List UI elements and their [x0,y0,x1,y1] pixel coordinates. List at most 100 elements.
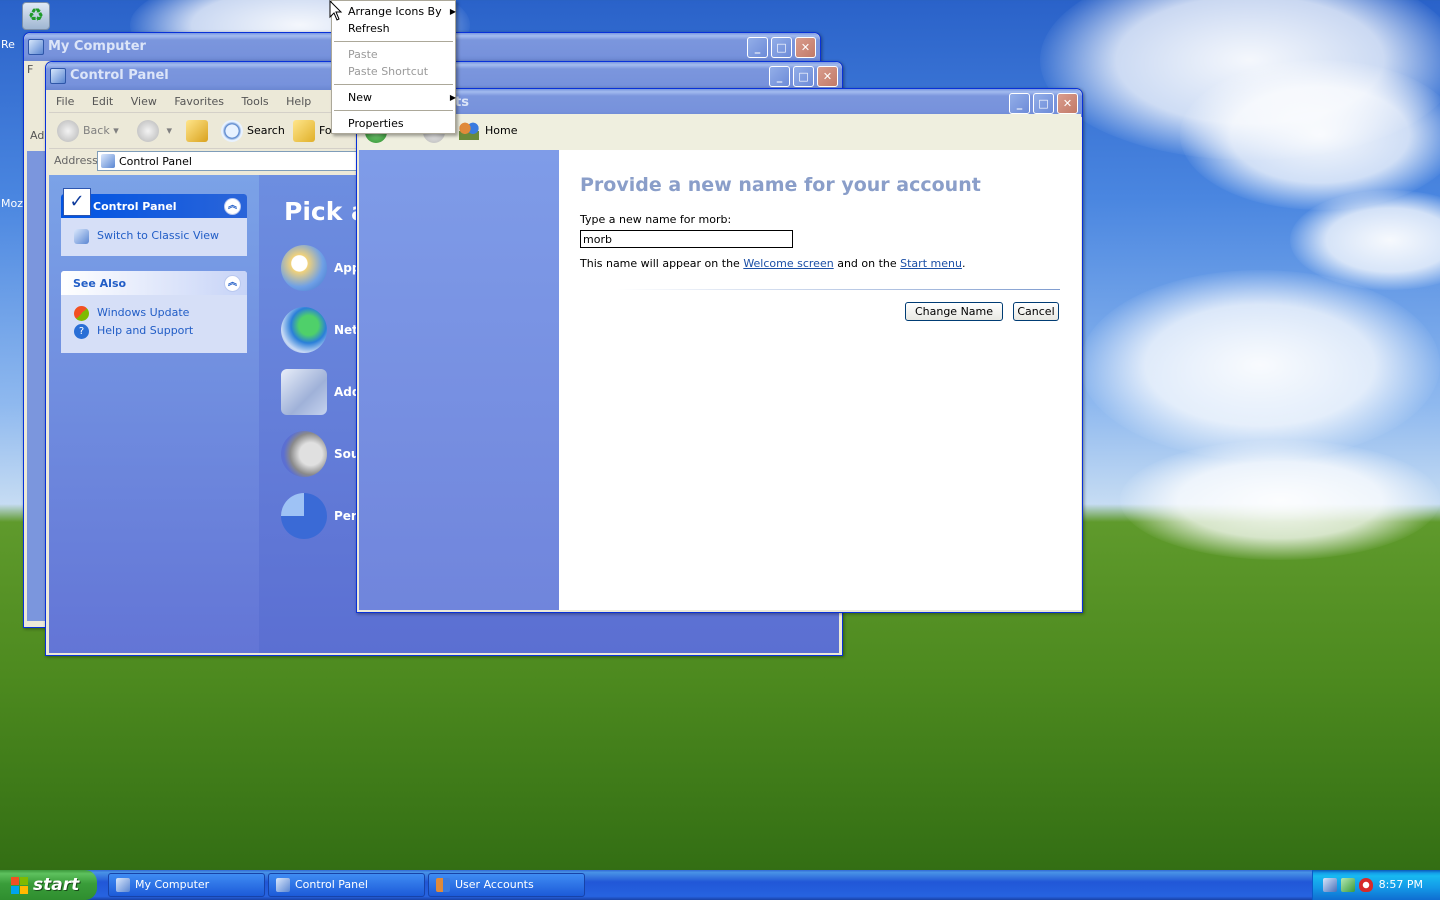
switch-classic-view-link[interactable]: Switch to Classic View [61,226,247,244]
sounds-icon[interactable] [281,431,327,477]
menu-separator [334,110,453,111]
maximize-button[interactable]: □ [771,37,792,58]
menu-separator [334,41,453,42]
control-panel-tasks: Control Panel ︽ ✓ Switch to Classic View [61,188,247,256]
menu-file[interactable]: File [49,91,81,112]
taskbar-item-control-panel[interactable]: Control Panel [268,873,425,897]
panel-header[interactable]: See Also ︽ [61,271,247,295]
menu-help[interactable]: Help [279,91,318,112]
up-folder-icon [186,120,208,142]
windows-update-icon [74,306,89,321]
maximize-button[interactable]: □ [793,66,814,87]
page-title: Provide a new name for your account [580,174,981,196]
help-support-link[interactable]: ? Help and Support [61,321,247,339]
classic-view-icon [74,229,89,244]
task-label: Control Panel [295,878,368,891]
appearance-themes-icon[interactable] [281,245,327,291]
context-item-paste-shortcut: Paste Shortcut [348,65,429,78]
start-menu-link[interactable]: Start menu [900,257,962,270]
computer-icon [28,39,44,55]
menu-fragment: F [27,63,34,76]
cancel-button[interactable]: Cancel [1013,302,1059,321]
address-label: Address [54,154,98,167]
help-support-label: Help and Support [97,324,194,337]
note-suffix: . [961,257,966,270]
context-item-properties[interactable]: Properties [348,117,404,130]
search-icon [221,120,243,142]
control-panel-icon [276,878,290,892]
safely-remove-tray-icon[interactable] [1341,878,1355,892]
menu-separator [334,84,453,85]
window-title: My Computer [48,39,146,54]
menu-view[interactable]: View [124,91,164,112]
maximize-button[interactable]: □ [1033,93,1054,114]
context-item-label: Arrange Icons By [348,5,442,18]
close-button[interactable]: ✕ [795,37,816,58]
welcome-screen-link[interactable]: Welcome screen [743,257,833,270]
desktop-context-menu: Arrange Icons By ▶ Refresh Paste Paste S… [331,0,456,134]
taskbar-item-my-computer[interactable]: My Computer [108,873,265,897]
back-label: Back [83,124,110,137]
forward-arrow-icon [137,120,159,142]
windows-update-label: Windows Update [97,306,190,319]
folders-icon [293,120,315,142]
back-button[interactable]: Back ▾ [57,119,119,143]
context-item-new[interactable]: New ▶ [348,91,456,104]
user-accounts-icon [436,878,450,892]
cloud [1180,60,1440,210]
menu-edit[interactable]: Edit [85,91,120,112]
task-label: User Accounts [455,878,534,891]
user-accounts-side-pane [359,150,559,610]
collapse-chevron-icon[interactable]: ︽ [224,275,241,292]
minimize-button[interactable]: _ [747,37,768,58]
menu-tools[interactable]: Tools [235,91,276,112]
search-button[interactable]: Search [221,119,285,143]
task-pane-edge [27,151,45,621]
collapse-chevron-icon[interactable]: ︽ [224,198,241,215]
add-remove-programs-icon[interactable] [281,369,327,415]
change-name-button[interactable]: Change Name [905,302,1003,321]
minimize-button[interactable]: _ [769,66,790,87]
back-arrow-icon [57,120,79,142]
context-item-paste: Paste [348,48,378,61]
context-item-label: New [348,91,372,104]
recycle-bin-icon[interactable] [22,2,50,30]
minimize-button[interactable]: _ [1009,93,1030,114]
menu-favorites[interactable]: Favorites [167,91,231,112]
see-also-panel: See Also ︽ Windows Update ? Help and Sup… [61,271,247,353]
security-shield-icon[interactable] [1359,878,1373,892]
system-tray: 8:57 PM [1312,870,1440,900]
window-title: Control Panel [70,68,169,83]
cloud [1120,440,1440,560]
help-icon: ? [74,324,89,339]
context-item-arrange-icons[interactable]: Arrange Icons By ▶ [348,5,456,18]
folders-button[interactable]: Fo [293,119,332,143]
cloud [1080,270,1440,460]
control-panel-small-icon [101,154,115,168]
forward-button[interactable]: ▾ [137,119,172,143]
folders-label: Fo [319,124,332,137]
context-item-refresh[interactable]: Refresh [348,22,390,35]
user-accounts-titlebar[interactable]: ts _ □ ✕ [357,89,1082,117]
performance-icon[interactable] [281,493,327,539]
panel-title: See Also [73,277,127,290]
network-tray-icon[interactable] [1323,878,1337,892]
control-panel-icon [50,68,66,84]
windows-logo-icon [11,877,28,894]
submenu-arrow-icon: ▶ [449,7,456,16]
up-folder-button[interactable] [186,119,212,143]
mouse-cursor-icon [329,0,343,21]
note-middle: and on the [833,257,901,270]
taskbar-item-user-accounts[interactable]: User Accounts [428,873,585,897]
clock[interactable]: 8:57 PM [1379,878,1423,891]
user-accounts-navbar: Home [359,114,1081,150]
start-button[interactable]: start [0,870,97,900]
home-label: Home [485,124,518,137]
network-icon[interactable] [281,307,327,353]
address-fragment: Ad [30,129,45,142]
close-button[interactable]: ✕ [817,66,838,87]
note-prefix: This name will appear on the [580,257,744,270]
windows-update-link[interactable]: Windows Update [61,303,247,321]
close-button[interactable]: ✕ [1057,93,1078,114]
new-name-input[interactable] [580,230,793,248]
